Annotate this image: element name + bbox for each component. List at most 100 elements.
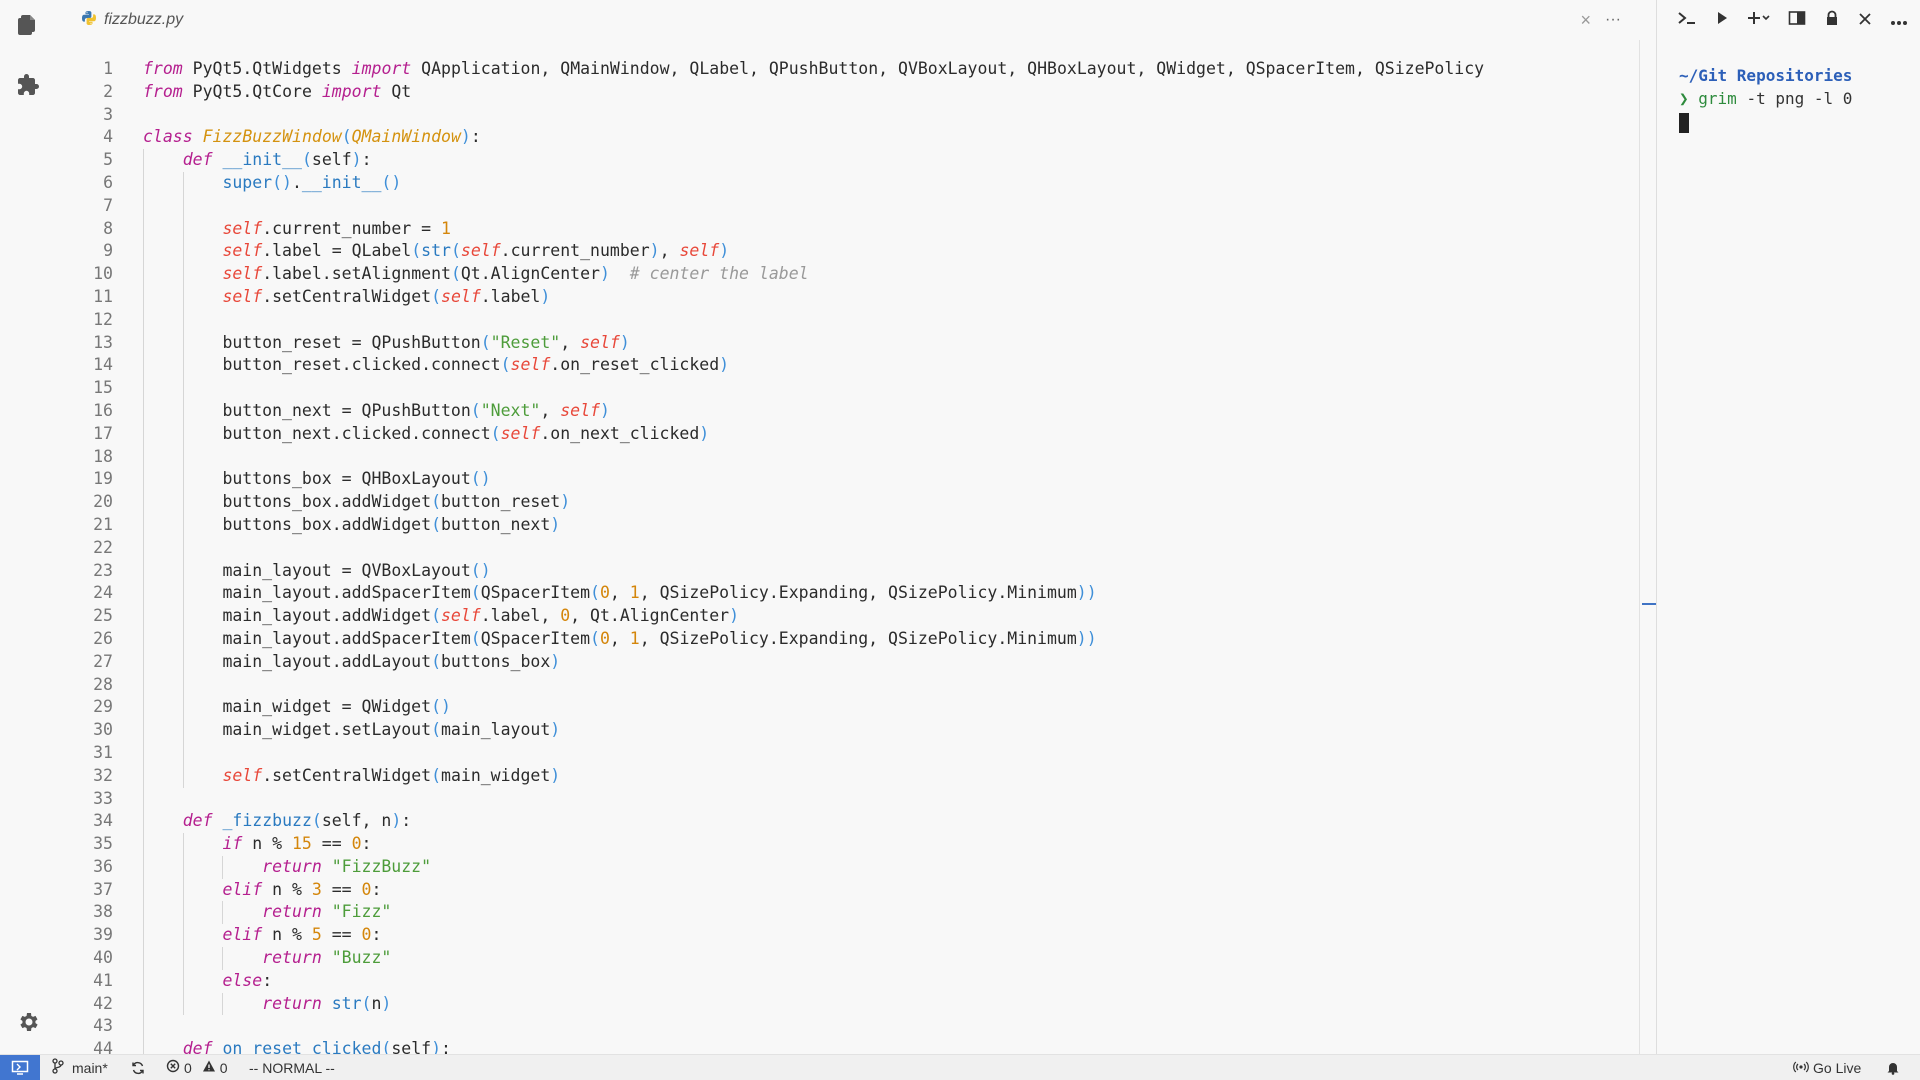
- line-number: 37: [93, 879, 113, 899]
- code-editor[interactable]: 1 from PyQt5.QtWidgets import QApplicatio…: [57, 58, 1657, 1055]
- python-icon: [81, 10, 97, 31]
- code-token: self: [500, 423, 541, 443]
- terminal-args: -t png -l 0: [1736, 89, 1853, 108]
- indent-guide: [222, 901, 224, 925]
- code-token: 0: [599, 628, 610, 648]
- close-icon[interactable]: [1858, 11, 1872, 30]
- indent-guide: [143, 673, 144, 697]
- code-token: __init__: [301, 172, 382, 192]
- code-token: (: [470, 628, 481, 648]
- code-token: button_next.clicked.connect: [222, 423, 491, 443]
- indent-guide: [182, 605, 184, 628]
- code-line: 18: [57, 445, 1657, 469]
- code-token: 1: [629, 583, 640, 603]
- branch-indicator[interactable]: main*: [52, 1055, 108, 1080]
- code-token: buttons_box = QHBoxLayout: [222, 469, 471, 489]
- sync-icon[interactable]: [131, 1055, 145, 1080]
- broadcast-icon: [1793, 1060, 1809, 1076]
- code-token: 3: [311, 879, 322, 899]
- problems-indicator[interactable]: 0 0: [166, 1055, 228, 1080]
- code-line: 5 def __init__(self):: [57, 149, 1657, 172]
- code-token: QMainWindow: [351, 127, 461, 147]
- code-token: .on_reset_clicked: [550, 355, 720, 375]
- code-token: ): [550, 651, 561, 671]
- tab-fizzbuzz[interactable]: fizzbuzz.py: [81, 9, 183, 31]
- indent-guide: [143, 263, 144, 286]
- remote-icon[interactable]: [0, 1055, 40, 1080]
- code-token: .current_number: [500, 241, 650, 261]
- code-token: (): [381, 172, 402, 192]
- indent-guide: [143, 741, 144, 765]
- indent-guide: [143, 308, 144, 332]
- code-token: main_layout.addLayout: [222, 651, 432, 671]
- code-token: main_layout = QVBoxLayout: [222, 560, 471, 580]
- line-number: 16: [93, 400, 113, 420]
- code-line: 27 main_layout.addLayout(buttons_box): [57, 650, 1657, 674]
- terminal-icon[interactable]: [1677, 10, 1697, 30]
- indent-guide: [182, 833, 184, 856]
- code-token: 1: [629, 628, 640, 648]
- more-icon[interactable]: [1890, 11, 1908, 30]
- indent-guide: [143, 969, 144, 993]
- line-content: button_reset = QPushButton("Reset", self…: [222, 332, 629, 355]
- line-number: 17: [93, 423, 113, 443]
- line-content: main_layout.addSpacerItem(QSpacerItem(0,…: [222, 582, 1096, 605]
- code-line: 16 button_next = QPushButton("Next", self…: [57, 399, 1657, 423]
- branch-name: main*: [72, 1059, 108, 1076]
- line-content: button_next = QPushButton("Next", self): [222, 400, 609, 423]
- code-token: ): [431, 1039, 442, 1055]
- code-token: # center the label: [629, 264, 809, 284]
- settings-gear-icon[interactable]: [16, 1010, 40, 1034]
- code-token: ): [599, 400, 610, 420]
- line-content: buttons_box.addWidget(button_reset): [222, 491, 570, 514]
- new-terminal-icon[interactable]: [1747, 10, 1771, 30]
- code-line: 29 main_widget = QWidget(): [57, 696, 1657, 720]
- warning-icon: [202, 1059, 216, 1076]
- code-token: ): [619, 332, 630, 352]
- split-icon[interactable]: [1788, 10, 1806, 30]
- run-icon[interactable]: [1715, 10, 1729, 30]
- activity-bar: [0, 0, 57, 1055]
- line-number: 19: [93, 469, 113, 489]
- code-token: "Next": [480, 400, 541, 420]
- code-token: __init__: [222, 150, 302, 170]
- code-token: self: [560, 400, 600, 420]
- close-tab-icon[interactable]: ×: [1581, 10, 1592, 30]
- extensions-icon[interactable]: [16, 73, 40, 97]
- code-token: 1: [441, 218, 451, 238]
- indent-guide: [143, 536, 144, 560]
- code-token: button_next: [441, 514, 551, 534]
- code-token: :: [361, 834, 372, 854]
- line-number: 30: [93, 720, 113, 740]
- terminal-output[interactable]: ~/Git Repositories ❯ grim -t png -l 0: [1679, 64, 1852, 133]
- code-line: 30 main_widget.setLayout(main_layout): [57, 719, 1657, 742]
- notification-bell-icon[interactable]: [1886, 1055, 1900, 1080]
- line-content: main_layout.addSpacerItem(QSpacerItem(0,…: [222, 628, 1096, 651]
- code-token: buttons_box.addWidget: [222, 492, 432, 512]
- explorer-icon[interactable]: [16, 13, 40, 37]
- code-token: (: [431, 651, 441, 671]
- line-number: 43: [93, 1016, 113, 1036]
- indent-guide: [143, 810, 144, 834]
- code-token: button_reset.clicked.connect: [222, 355, 501, 375]
- more-actions-icon[interactable]: ···: [1605, 10, 1621, 30]
- lock-icon[interactable]: [1824, 10, 1840, 30]
- code-token: ,: [560, 332, 581, 352]
- line-content: main_widget.setLayout(main_layout): [222, 719, 560, 742]
- code-token: ): [351, 150, 362, 170]
- indent-guide: [143, 331, 144, 355]
- tab-actions: × ···: [1581, 10, 1622, 30]
- indent-guide: [143, 377, 144, 400]
- code-token: n %: [262, 925, 312, 945]
- indent-guide: [182, 491, 184, 514]
- code-token: .label,: [480, 606, 561, 626]
- indent-guide: [182, 924, 184, 948]
- code-token: "Buzz": [331, 948, 392, 968]
- line-number: 20: [93, 492, 113, 512]
- go-live-button[interactable]: Go Live: [1793, 1055, 1861, 1080]
- indent-guide: [182, 947, 184, 970]
- code-line: 19 buttons_box = QHBoxLayout(): [57, 468, 1657, 492]
- line-number: 11: [93, 286, 113, 306]
- code-token: ): [550, 514, 561, 534]
- line-number: 14: [93, 355, 113, 375]
